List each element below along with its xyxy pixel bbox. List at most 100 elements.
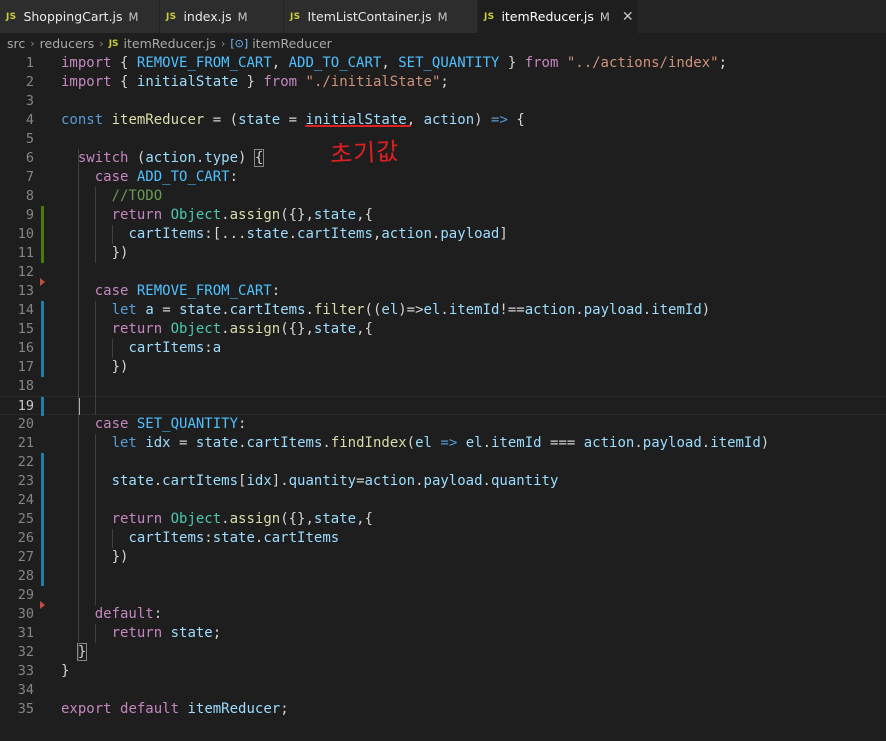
code-line[interactable]: 15 return Object.assign({},state,{ bbox=[0, 320, 886, 339]
line-number: 14 bbox=[17, 302, 34, 318]
code-line[interactable]: 32 } bbox=[0, 643, 886, 662]
code-line[interactable]: 5 bbox=[0, 130, 886, 149]
code-text: state.cartItems[idx].quantity=action.pay… bbox=[111, 473, 559, 489]
code-text: return Object.assign({},state,{ bbox=[111, 321, 373, 337]
js-file-icon: JS bbox=[6, 11, 17, 22]
code-line[interactable]: 12 bbox=[0, 263, 886, 286]
code-line[interactable]: 21 let idx = state.cartItems.findIndex(e… bbox=[0, 434, 886, 453]
gutter-modified-marker[interactable] bbox=[41, 339, 44, 358]
js-file-icon: JS bbox=[166, 11, 177, 22]
code-line[interactable]: 30 default: bbox=[0, 605, 886, 624]
indent-guide bbox=[77, 149, 79, 662]
line-number: 24 bbox=[17, 492, 34, 508]
breadcrumb-item-src[interactable]: src bbox=[7, 36, 25, 51]
line-number: 26 bbox=[17, 530, 34, 546]
code-editor[interactable]: 1 import { REMOVE_FROM_CART, ADD_TO_CART,… bbox=[0, 54, 886, 741]
code-line[interactable]: 10 cartItems:[...state.cartItems,action.… bbox=[0, 225, 886, 244]
code-line[interactable]: 3 bbox=[0, 92, 886, 111]
code-line[interactable]: 18 bbox=[0, 377, 886, 396]
line-number: 34 bbox=[17, 682, 34, 698]
modified-indicator: M bbox=[437, 9, 448, 24]
breadcrumb-item-reducers[interactable]: reducers bbox=[40, 36, 95, 51]
gutter-modified-marker[interactable] bbox=[41, 548, 44, 567]
code-line[interactable]: 23 state.cartItems[idx].quantity=action.… bbox=[0, 472, 886, 491]
code-line[interactable]: 16 cartItems:a bbox=[0, 339, 886, 358]
code-line[interactable]: 4 const itemReducer = (state = initialSta… bbox=[0, 111, 886, 130]
line-number: 20 bbox=[17, 416, 34, 432]
code-line[interactable]: 9 return Object.assign({},state,{ bbox=[0, 206, 886, 225]
code-line[interactable]: 24 bbox=[0, 491, 886, 510]
line-number: 5 bbox=[25, 131, 34, 147]
gutter-modified-marker[interactable] bbox=[41, 397, 44, 416]
js-file-icon: JS bbox=[108, 38, 119, 49]
gutter-added-marker[interactable] bbox=[41, 206, 44, 225]
code-line[interactable]: 29 bbox=[0, 586, 886, 609]
tab-label: index.js bbox=[183, 9, 232, 24]
code-text: let idx = state.cartItems.findIndex(el =… bbox=[111, 435, 770, 451]
line-number: 22 bbox=[17, 454, 34, 470]
code-line[interactable]: 6 switch (action.type) { bbox=[0, 149, 886, 168]
gutter-modified-marker[interactable] bbox=[41, 358, 44, 377]
js-file-icon: JS bbox=[484, 11, 495, 22]
gutter-modified-marker[interactable] bbox=[41, 453, 44, 472]
gutter-modified-marker[interactable] bbox=[41, 491, 44, 510]
gutter-modified-marker[interactable] bbox=[41, 567, 44, 586]
code-line[interactable]: 34 bbox=[0, 681, 886, 700]
line-number: 15 bbox=[17, 321, 34, 337]
line-number: 18 bbox=[17, 378, 34, 394]
code-text: } bbox=[76, 643, 88, 661]
gutter-modified-marker[interactable] bbox=[41, 472, 44, 491]
code-line[interactable]: 33} bbox=[0, 662, 886, 681]
breadcrumb-item-file[interactable]: itemReducer.js bbox=[124, 36, 216, 51]
breadcrumb-item-symbol[interactable]: itemReducer bbox=[252, 36, 332, 51]
code-line[interactable]: 26 cartItems:state.cartItems bbox=[0, 529, 886, 548]
line-number: 12 bbox=[17, 264, 34, 280]
gutter-added-marker[interactable] bbox=[41, 225, 44, 244]
gutter-added-marker[interactable] bbox=[41, 244, 44, 263]
code-line[interactable]: 27 }) bbox=[0, 548, 886, 567]
code-line[interactable]: 28 bbox=[0, 567, 886, 586]
code-line[interactable]: 13 case REMOVE_FROM_CART: bbox=[0, 282, 886, 301]
line-number: 33 bbox=[17, 663, 34, 679]
line-number: 7 bbox=[25, 169, 34, 185]
line-number: 21 bbox=[17, 435, 34, 451]
line-number: 8 bbox=[25, 188, 34, 204]
line-number: 30 bbox=[17, 606, 34, 622]
gutter-modified-marker[interactable] bbox=[41, 301, 44, 320]
code-line[interactable]: 14 let a = state.cartItems.filter((el)=>… bbox=[0, 301, 886, 320]
line-number: 10 bbox=[17, 226, 34, 242]
code-text: import { REMOVE_FROM_CART, ADD_TO_CART, … bbox=[61, 55, 727, 71]
gutter-modified-marker[interactable] bbox=[41, 320, 44, 339]
line-number: 6 bbox=[25, 150, 34, 166]
code-line[interactable]: 25 return Object.assign({},state,{ bbox=[0, 510, 886, 529]
tab-shoppingcart[interactable]: JS ShoppingCart.js M bbox=[0, 0, 160, 33]
code-line[interactable]: 35 export default itemReducer; bbox=[0, 700, 886, 719]
code-text: //TODO bbox=[111, 188, 163, 204]
line-number: 4 bbox=[25, 112, 34, 128]
code-line[interactable]: 8 //TODO bbox=[0, 187, 886, 206]
line-number: 19 bbox=[17, 398, 34, 414]
indent-guide bbox=[94, 434, 96, 605]
code-text: } bbox=[61, 663, 70, 679]
tab-itemlistcontainer[interactable]: JS ItemListContainer.js M bbox=[284, 0, 478, 33]
code-text: import { initialState } from "./initialS… bbox=[61, 74, 449, 90]
code-line[interactable]: 20 case SET_QUANTITY: bbox=[0, 415, 886, 434]
code-line[interactable]: 2 import { initialState } from "./initial… bbox=[0, 73, 886, 92]
indent-guide bbox=[94, 187, 96, 263]
close-icon[interactable]: ✕ bbox=[622, 9, 634, 25]
code-line[interactable]: 7 case ADD_TO_CART: bbox=[0, 168, 886, 187]
code-line[interactable]: 17 }) bbox=[0, 358, 886, 377]
modified-indicator: M bbox=[599, 9, 610, 24]
code-line[interactable]: 31 return state; bbox=[0, 624, 886, 643]
tab-label: itemReducer.js bbox=[501, 9, 594, 24]
tab-itemreducer[interactable]: JS itemReducer.js M ✕ bbox=[478, 0, 638, 33]
code-line[interactable]: 19 bbox=[0, 396, 886, 416]
gutter-modified-marker[interactable] bbox=[41, 529, 44, 548]
line-number: 23 bbox=[17, 473, 34, 489]
code-text: case SET_QUANTITY: bbox=[94, 416, 247, 432]
code-line[interactable]: 1 import { REMOVE_FROM_CART, ADD_TO_CART,… bbox=[0, 54, 886, 73]
tab-index[interactable]: JS index.js M bbox=[160, 0, 284, 33]
gutter-modified-marker[interactable] bbox=[41, 510, 44, 529]
code-line[interactable]: 22 bbox=[0, 453, 886, 472]
code-line[interactable]: 11 }) bbox=[0, 244, 886, 263]
